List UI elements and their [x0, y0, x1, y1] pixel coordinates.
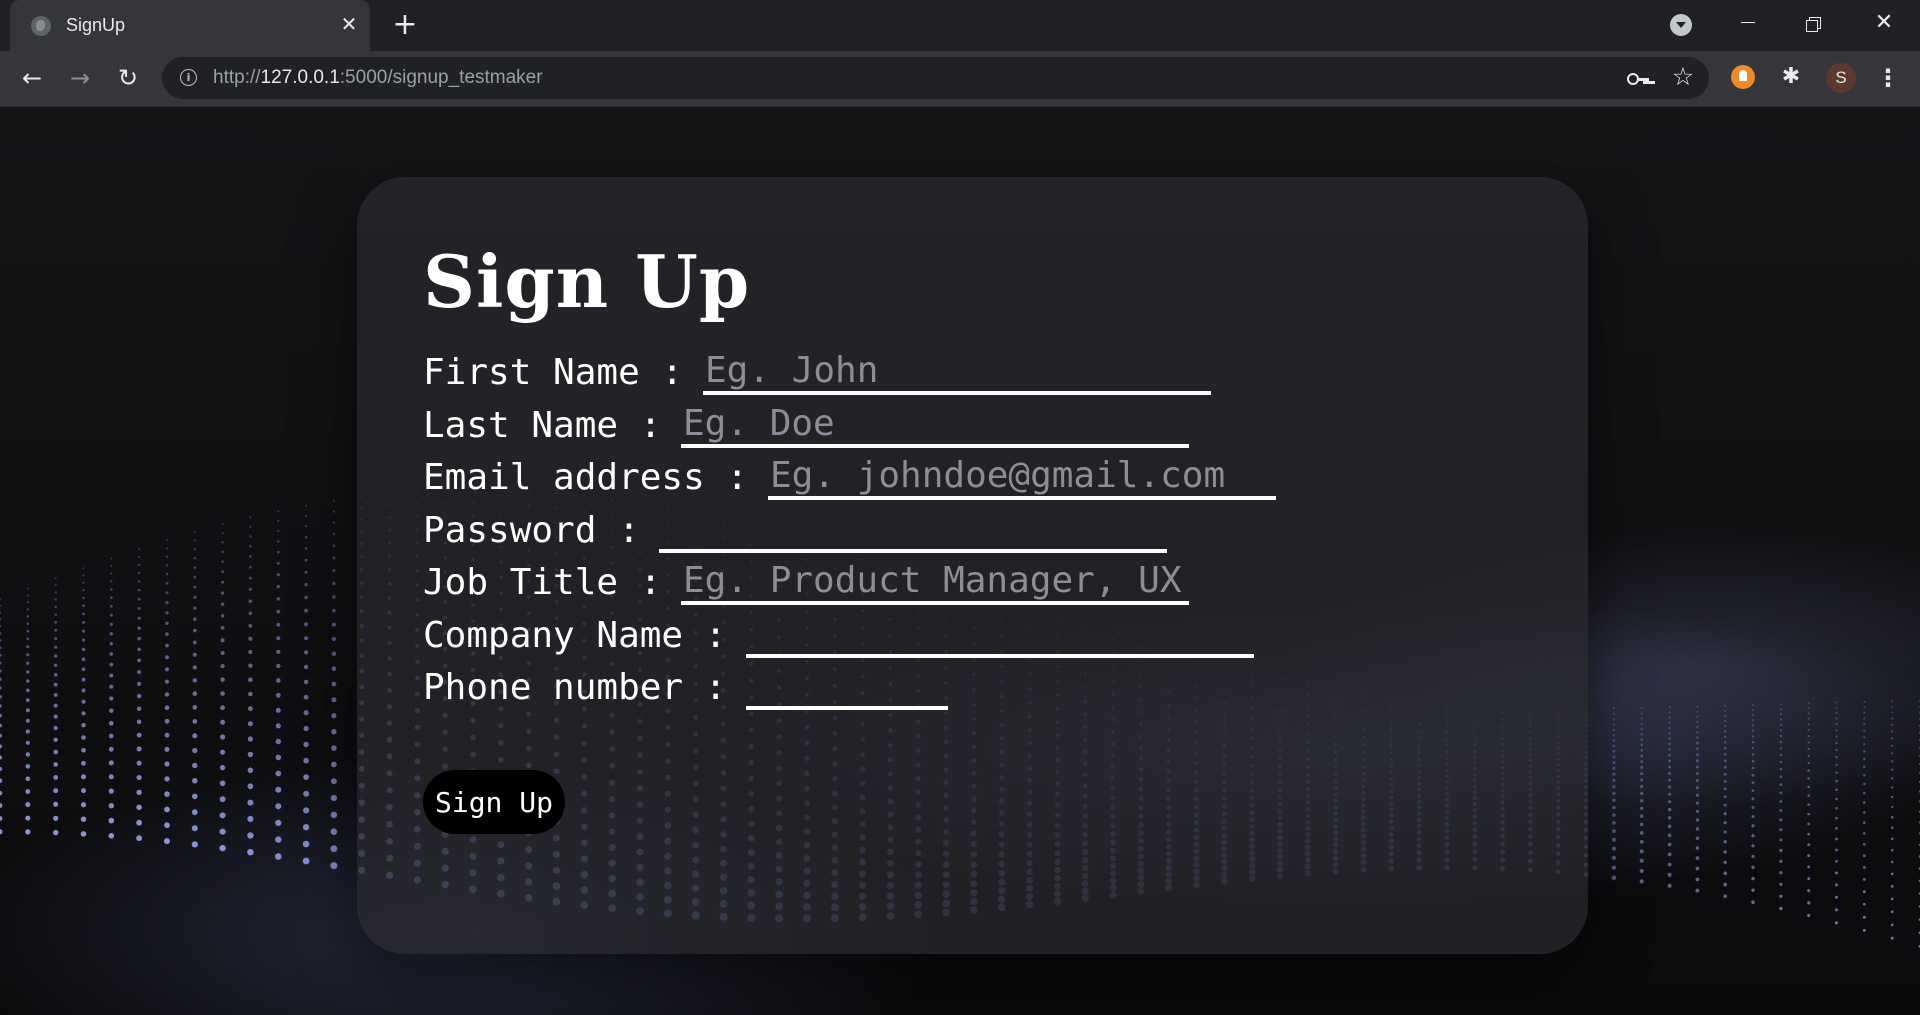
page-title: Sign Up	[423, 239, 751, 324]
url-scheme: http://	[213, 67, 261, 88]
page-viewport: Sign Up First Name : Last Name : Email a…	[0, 107, 1920, 1015]
password-label: Password :	[423, 510, 640, 551]
job-title-label: Job Title :	[423, 562, 662, 603]
close-tab-icon[interactable]: ✕	[336, 11, 362, 37]
browser-tab[interactable]: SignUp ✕	[10, 0, 370, 51]
job-title-input[interactable]	[681, 561, 1189, 605]
close-window-button[interactable]: ✕	[1864, 8, 1904, 38]
menu-kebab-icon[interactable]: ⋮	[1876, 63, 1900, 93]
last-name-label: Last Name :	[423, 405, 662, 446]
forward-arrow-icon[interactable]: →	[65, 63, 95, 93]
minimize-button[interactable]	[1728, 8, 1768, 38]
profile-avatar[interactable]: S	[1826, 63, 1856, 93]
company-name-input[interactable]	[746, 614, 1254, 658]
last-name-input[interactable]	[681, 404, 1189, 448]
restore-button[interactable]	[1795, 8, 1835, 38]
sign-up-button[interactable]: Sign Up	[423, 770, 565, 834]
site-info-icon[interactable]: i	[180, 69, 197, 86]
address-bar[interactable]: i http://127.0.0.1:5000/signup_testmaker…	[162, 57, 1709, 99]
browser-toolbar: ← → ↻ i http://127.0.0.1:5000/signup_tes…	[0, 51, 1920, 107]
password-input[interactable]	[659, 509, 1167, 553]
url-path: :5000/signup_testmaker	[339, 67, 543, 88]
browser-tab-strip: SignUp ✕ + ✕	[0, 0, 1920, 51]
new-tab-button[interactable]: +	[390, 10, 420, 41]
phone-number-label: Phone number :	[423, 667, 727, 708]
notification-extension-icon[interactable]	[1731, 65, 1755, 89]
phone-number-input[interactable]	[746, 666, 948, 710]
url-text[interactable]: http://127.0.0.1:5000/signup_testmaker	[213, 67, 543, 89]
company-name-label: Company Name :	[423, 615, 727, 656]
extensions-puzzle-icon[interactable]: ✱	[1778, 64, 1804, 90]
first-name-input[interactable]	[703, 351, 1211, 395]
bookmark-star-icon[interactable]: ☆	[1669, 63, 1697, 91]
back-arrow-icon[interactable]: ←	[17, 63, 47, 93]
globe-icon	[31, 16, 51, 36]
email-input[interactable]	[768, 456, 1276, 500]
tab-title: SignUp	[66, 15, 126, 35]
url-host: 127.0.0.1	[260, 67, 340, 88]
tab-search-icon[interactable]	[1670, 14, 1692, 36]
first-name-label: First Name :	[423, 352, 684, 393]
email-label: Email address :	[423, 457, 749, 498]
key-icon[interactable]	[1625, 67, 1651, 89]
signup-card: Sign Up First Name : Last Name : Email a…	[357, 177, 1588, 954]
reload-icon[interactable]: ↻	[113, 63, 143, 93]
